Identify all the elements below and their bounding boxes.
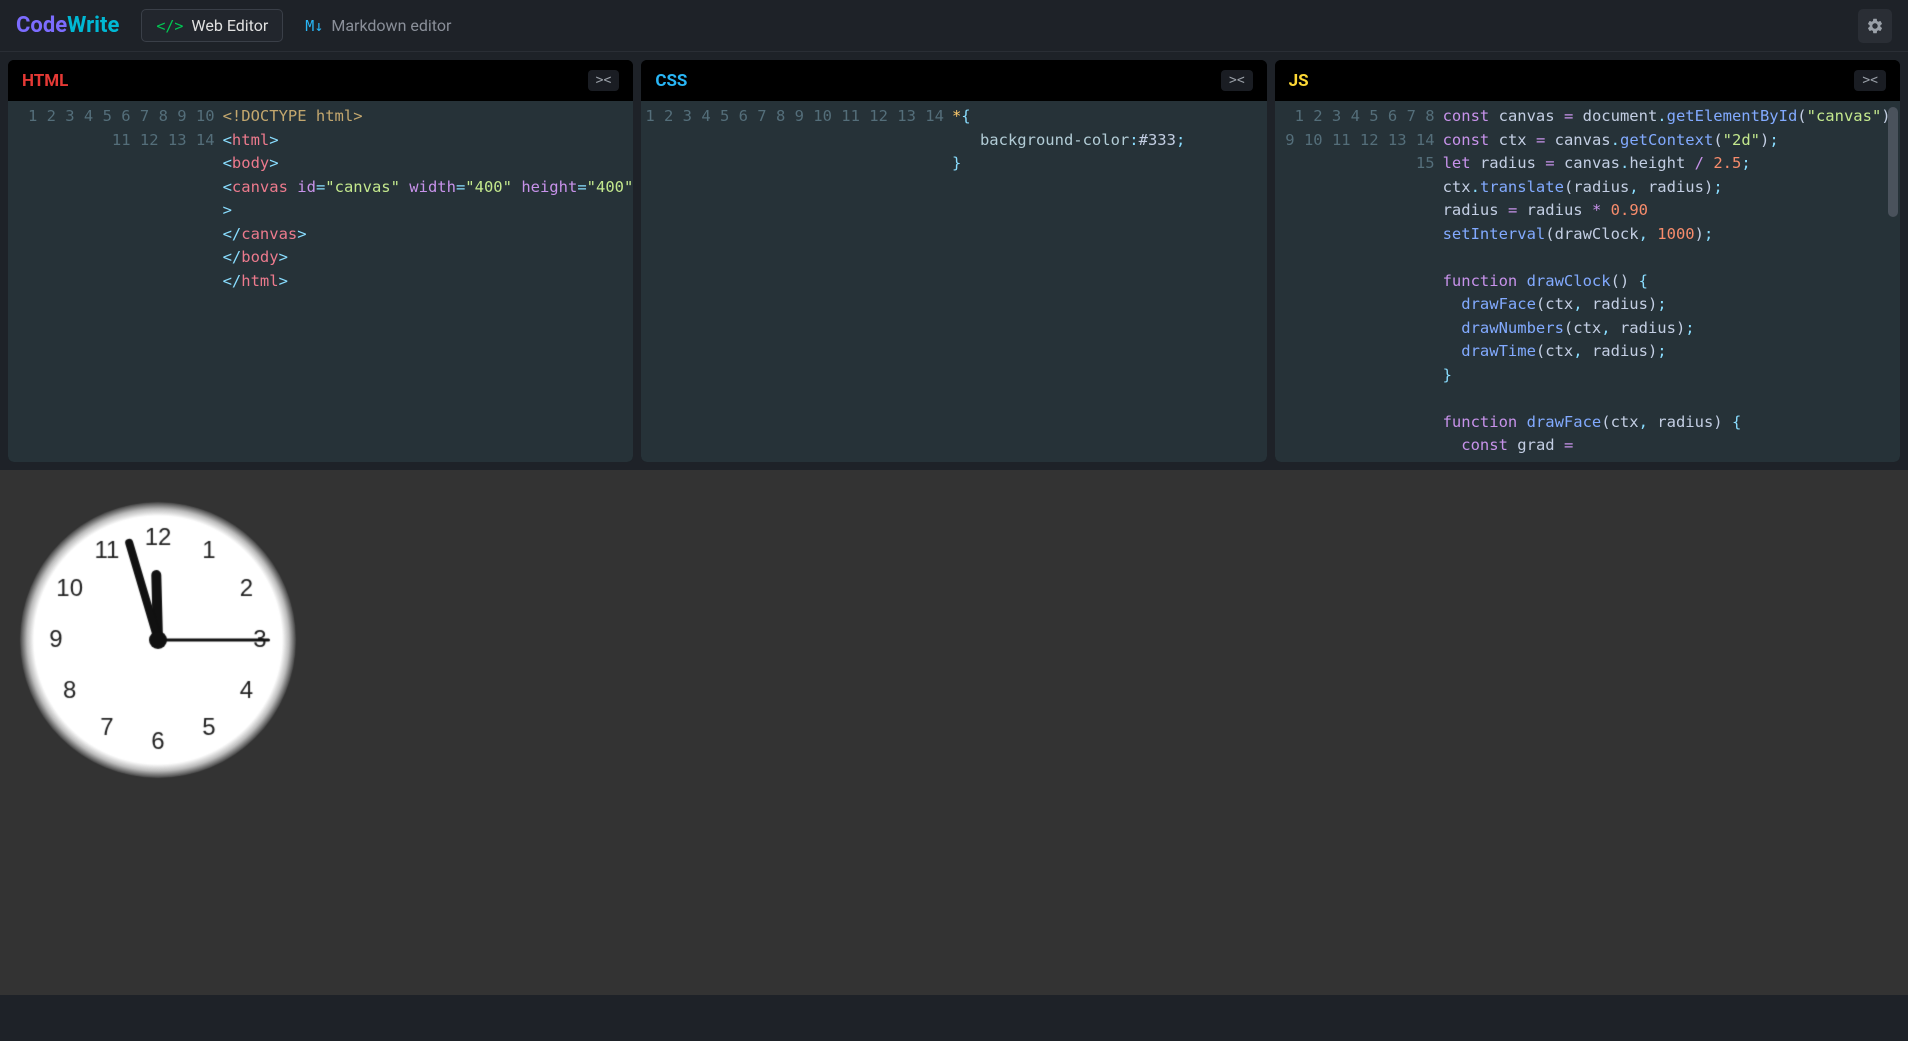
panel-title-css: CSS — [655, 71, 687, 91]
panel-header: JS >< — [1275, 60, 1900, 101]
gutter: 1 2 3 4 5 6 7 8 9 10 11 12 13 14 — [8, 105, 223, 458]
panel-header: CSS >< — [641, 60, 1266, 101]
preview-pane — [0, 470, 1908, 995]
tab-label: Markdown editor — [331, 16, 451, 35]
collapse-button[interactable]: >< — [588, 70, 620, 91]
settings-button[interactable] — [1858, 9, 1892, 43]
header: CodeWrite </> Web Editor M↓ Markdown edi… — [0, 0, 1908, 52]
gutter: 1 2 3 4 5 6 7 8 9 10 11 12 13 14 — [641, 105, 952, 458]
js-panel: JS >< 1 2 3 4 5 6 7 8 9 10 11 12 13 14 1… — [1275, 60, 1900, 462]
tabs: </> Web Editor M↓ Markdown editor — [141, 9, 465, 42]
scrollbar-thumb[interactable] — [1888, 107, 1898, 217]
tab-web-editor[interactable]: </> Web Editor — [141, 9, 283, 42]
gear-icon — [1866, 17, 1884, 35]
markdown-icon: M↓ — [305, 17, 323, 35]
clock-output — [8, 490, 308, 790]
collapse-button[interactable]: >< — [1854, 70, 1886, 91]
collapse-button[interactable]: >< — [1221, 70, 1253, 91]
code-lines: const canvas = document.getElementById("… — [1443, 105, 1900, 458]
tab-markdown-editor[interactable]: M↓ Markdown editor — [291, 9, 465, 42]
panel-title-html: HTML — [22, 71, 68, 91]
editors-row: HTML >< 1 2 3 4 5 6 7 8 9 10 11 12 13 14… — [0, 52, 1908, 470]
html-editor[interactable]: 1 2 3 4 5 6 7 8 9 10 11 12 13 14 <!DOCTY… — [8, 101, 633, 462]
gutter: 1 2 3 4 5 6 7 8 9 10 11 12 13 14 15 — [1275, 105, 1443, 458]
panel-header: HTML >< — [8, 60, 633, 101]
logo-part2: Write — [67, 13, 119, 38]
js-editor[interactable]: 1 2 3 4 5 6 7 8 9 10 11 12 13 14 15 cons… — [1275, 101, 1900, 462]
panel-title-js: JS — [1289, 71, 1309, 91]
css-panel: CSS >< 1 2 3 4 5 6 7 8 9 10 11 12 13 14 … — [641, 60, 1266, 462]
logo-part1: Code — [16, 13, 67, 38]
clock-canvas — [8, 490, 308, 790]
code-icon: </> — [156, 17, 183, 35]
tab-label: Web Editor — [191, 16, 268, 35]
logo: CodeWrite — [16, 13, 119, 38]
code-lines: <!DOCTYPE html> <html> <body> <canvas id… — [223, 105, 634, 458]
css-editor[interactable]: 1 2 3 4 5 6 7 8 9 10 11 12 13 14 *{ back… — [641, 101, 1266, 462]
html-panel: HTML >< 1 2 3 4 5 6 7 8 9 10 11 12 13 14… — [8, 60, 633, 462]
code-lines: *{ background-color:#333; } — [952, 105, 1185, 458]
